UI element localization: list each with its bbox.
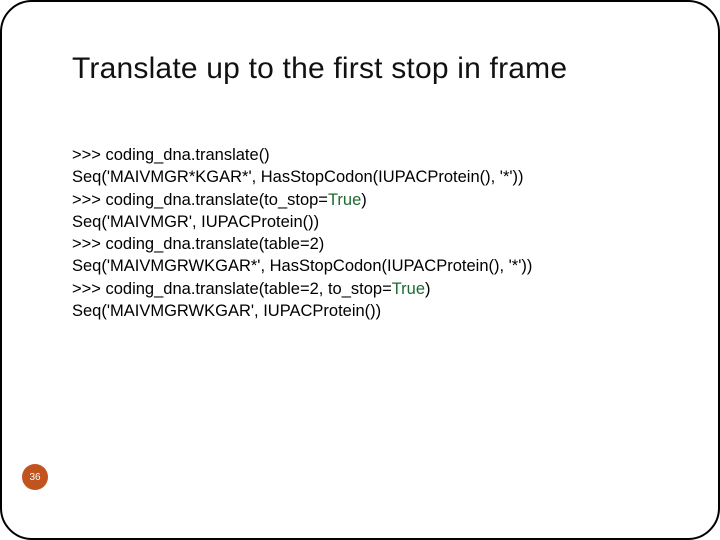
code-text: >>> coding_dna.translate(table=2) [72, 235, 324, 253]
slide-title: Translate up to the first stop in frame [72, 52, 668, 86]
code-line: >>> coding_dna.translate(to_stop=True) [72, 189, 668, 211]
code-text: ) [361, 191, 367, 209]
code-line: Seq('MAIVMGR', IUPACProtein()) [72, 211, 668, 233]
code-line: >>> coding_dna.translate(table=2, to_sto… [72, 278, 668, 300]
code-text: Seq('MAIVMGRWKGAR', IUPACProtein()) [72, 302, 381, 320]
code-text: Seq('MAIVMGR*KGAR*', HasStopCodon(IUPACP… [72, 168, 524, 186]
code-text: Seq('MAIVMGR', IUPACProtein()) [72, 213, 319, 231]
code-line: >>> coding_dna.translate() [72, 144, 668, 166]
code-keyword-true: True [328, 191, 361, 209]
code-line: Seq('MAIVMGRWKGAR*', HasStopCodon(IUPACP… [72, 255, 668, 277]
code-text: ) [425, 280, 431, 298]
code-line: Seq('MAIVMGRWKGAR', IUPACProtein()) [72, 300, 668, 322]
code-text: Seq('MAIVMGRWKGAR*', HasStopCodon(IUPACP… [72, 257, 532, 275]
slide-frame: Translate up to the first stop in frame … [0, 0, 720, 540]
code-line: Seq('MAIVMGR*KGAR*', HasStopCodon(IUPACP… [72, 166, 668, 188]
code-text: >>> coding_dna.translate(to_stop= [72, 191, 328, 209]
code-block: >>> coding_dna.translate() Seq('MAIVMGR*… [72, 144, 668, 322]
page-number-badge: 36 [22, 464, 48, 490]
page-number: 36 [29, 472, 40, 483]
code-keyword-true: True [392, 280, 425, 298]
code-line: >>> coding_dna.translate(table=2) [72, 233, 668, 255]
code-text: >>> coding_dna.translate(table=2, to_sto… [72, 280, 392, 298]
code-text: >>> coding_dna.translate() [72, 146, 270, 164]
